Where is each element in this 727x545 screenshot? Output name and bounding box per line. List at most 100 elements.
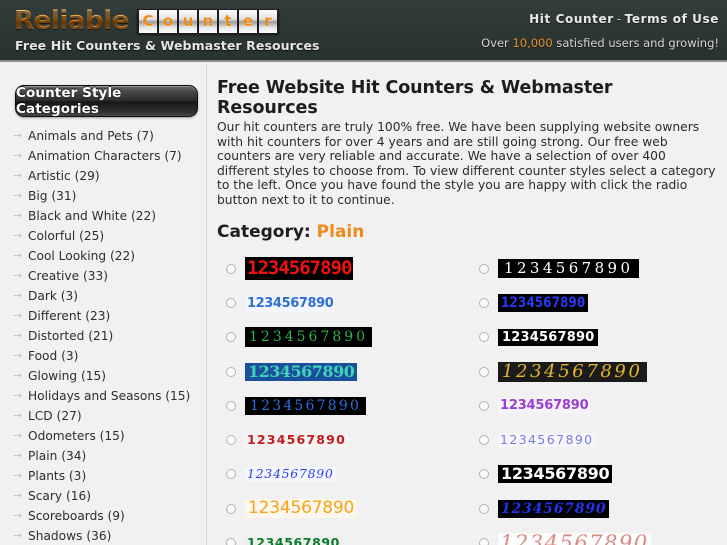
sidebar-item-label[interactable]: Different (23) xyxy=(28,309,110,323)
counter-style-option-white-rounded-on-black[interactable]: 1234567890 xyxy=(470,465,723,484)
counter-style-radio[interactable] xyxy=(479,503,489,514)
counter-sample-red-bold-on-white[interactable]: 1234567890 xyxy=(245,432,348,448)
counter-style-option-orange-light-on-white[interactable]: 1234567890 xyxy=(217,499,470,519)
counter-sample-blue-serif-on-black[interactable]: 1234567890 xyxy=(245,396,367,415)
sidebar-item-label[interactable]: Dark (3) xyxy=(28,289,78,303)
counter-style-option-blue-lcd-on-black[interactable]: 1234567890 xyxy=(470,294,723,312)
counter-style-option-blue-serif-on-black[interactable]: 1234567890 xyxy=(217,396,470,415)
sidebar-item-odometers[interactable]: → Odometers (15) xyxy=(0,426,207,446)
sidebar-item-artistic[interactable]: → Artistic (29) xyxy=(0,166,207,186)
site-logo[interactable]: Reliable C o u n t e r xyxy=(14,6,279,36)
counter-sample-blue-lcd-on-black[interactable]: 1234567890 xyxy=(498,294,589,312)
sidebar-item-different[interactable]: → Different (23) xyxy=(0,306,207,326)
counter-style-option-blue-italic-on-black[interactable]: 1234567890 xyxy=(470,499,723,518)
counter-style-radio[interactable] xyxy=(479,435,489,446)
counter-style-radio[interactable] xyxy=(226,366,236,377)
nav-link-terms-of-use[interactable]: Terms of Use xyxy=(625,12,719,26)
counter-style-option-purple-bold-on-white[interactable]: 1234567890 xyxy=(470,398,723,414)
sidebar-item-big[interactable]: → Big (31) xyxy=(0,186,207,206)
counter-style-option-green-bold-on-white[interactable]: 1234567890 xyxy=(217,535,470,545)
counter-sample-gold-script-on-dark[interactable]: 1234567890 xyxy=(498,361,647,382)
counter-sample-white-bold-on-black[interactable]: 1234567890 xyxy=(498,328,599,346)
sidebar-item-label[interactable]: Artistic (29) xyxy=(28,169,100,183)
counter-style-radio[interactable] xyxy=(479,366,489,377)
counter-style-radio[interactable] xyxy=(479,538,489,545)
counter-style-option-white-serif-on-black[interactable]: 1234567890 xyxy=(470,259,723,279)
counter-sample-teal-on-blue[interactable]: 1234567890 xyxy=(245,362,358,381)
sidebar-item-label[interactable]: Distorted (21) xyxy=(28,329,113,343)
sidebar-item-label[interactable]: Scary (16) xyxy=(28,489,91,503)
counter-style-radio[interactable] xyxy=(226,538,236,545)
sidebar-item-label[interactable]: Animation Characters (7) xyxy=(28,149,182,163)
sidebar-item-plants[interactable]: → Plants (3) xyxy=(0,466,207,486)
sidebar-item-scary[interactable]: → Scary (16) xyxy=(0,486,207,506)
counter-style-option-white-bold-on-black[interactable]: 1234567890 xyxy=(470,328,723,346)
counter-style-radio[interactable] xyxy=(226,400,236,411)
counter-sample-green-bold-on-white[interactable]: 1234567890 xyxy=(245,535,342,545)
counter-style-radio[interactable] xyxy=(226,435,236,446)
sidebar-item-label[interactable]: Shadows (36) xyxy=(28,529,111,543)
counter-style-categories-button[interactable]: Counter Style Categories xyxy=(15,85,198,117)
sidebar-item-label[interactable]: Colorful (25) xyxy=(28,229,104,243)
sidebar-item-label[interactable]: Black and White (22) xyxy=(28,209,156,223)
counter-sample-blue-script-on-white[interactable]: 1234567890 xyxy=(245,467,336,482)
sidebar-item-dark[interactable]: → Dark (3) xyxy=(0,286,207,306)
counter-style-radio[interactable] xyxy=(479,332,489,343)
counter-sample-pink-script-on-white[interactable]: 1234567890 xyxy=(498,532,651,545)
sidebar-item-holidays-and-seasons[interactable]: → Holidays and Seasons (15) xyxy=(0,386,207,406)
counter-style-radio[interactable] xyxy=(226,263,236,274)
nav-link-hit-counter[interactable]: Hit Counter xyxy=(529,12,614,26)
counter-style-option-teal-on-blue[interactable]: 1234567890 xyxy=(217,362,470,381)
sidebar-item-creative[interactable]: → Creative (33) xyxy=(0,266,207,286)
sidebar-item-label[interactable]: Cool Looking (22) xyxy=(28,249,135,263)
sidebar-item-glowing[interactable]: → Glowing (15) xyxy=(0,366,207,386)
sidebar-item-label[interactable]: Scoreboards (9) xyxy=(28,509,125,523)
sidebar-item-label[interactable]: Odometers (15) xyxy=(28,429,125,443)
sidebar-item-scoreboards[interactable]: → Scoreboards (9) xyxy=(0,506,207,526)
sidebar-item-label[interactable]: LCD (27) xyxy=(28,409,82,423)
sidebar-item-colorful[interactable]: → Colorful (25) xyxy=(0,226,207,246)
counter-style-radio[interactable] xyxy=(479,469,489,480)
counter-style-option-red-bold-on-white[interactable]: 1234567890 xyxy=(217,432,470,448)
counter-style-radio[interactable] xyxy=(479,298,489,308)
counter-style-option-pink-script-on-white[interactable]: 1234567890 xyxy=(470,532,723,545)
counter-style-option-periwinkle-on-white[interactable]: 1234567890 xyxy=(470,432,723,448)
counter-sample-blue-bold-on-white[interactable]: 1234567890 xyxy=(245,294,336,312)
counter-style-option-gold-script-on-dark[interactable]: 1234567890 xyxy=(470,361,723,382)
counter-style-radio[interactable] xyxy=(226,469,236,480)
counter-sample-white-rounded-on-black[interactable]: 1234567890 xyxy=(498,465,613,484)
counter-sample-periwinkle-on-white[interactable]: 1234567890 xyxy=(498,432,596,448)
counter-sample-blue-italic-on-black[interactable]: 1234567890 xyxy=(498,499,610,518)
sidebar-item-animation-characters[interactable]: → Animation Characters (7) xyxy=(0,146,207,166)
counter-sample-purple-bold-on-white[interactable]: 1234567890 xyxy=(498,398,591,414)
sidebar-item-label[interactable]: Animals and Pets (7) xyxy=(28,129,154,143)
sidebar-item-label[interactable]: Glowing (15) xyxy=(28,369,106,383)
sidebar-item-label[interactable]: Plants (3) xyxy=(28,469,86,483)
counter-sample-green-serif-on-black[interactable]: 1234567890 xyxy=(245,327,373,348)
counter-sample-orange-light-on-white[interactable]: 1234567890 xyxy=(245,499,358,519)
counter-sample-white-serif-on-black[interactable]: 1234567890 xyxy=(498,259,640,279)
sidebar-item-food[interactable]: → Food (3) xyxy=(0,346,207,366)
sidebar-item-shadows[interactable]: → Shadows (36) xyxy=(0,526,207,545)
sidebar-item-cool-looking[interactable]: → Cool Looking (22) xyxy=(0,246,207,266)
counter-style-option-blue-bold-on-white[interactable]: 1234567890 xyxy=(217,294,470,312)
counter-style-radio[interactable] xyxy=(226,298,236,308)
sidebar-item-label[interactable]: Food (3) xyxy=(28,349,78,363)
counter-style-radio[interactable] xyxy=(226,503,236,514)
sidebar-item-label[interactable]: Creative (33) xyxy=(28,269,108,283)
sidebar-item-lcd[interactable]: → LCD (27) xyxy=(0,406,207,426)
counter-style-radio[interactable] xyxy=(226,332,236,343)
sidebar-item-label[interactable]: Big (31) xyxy=(28,189,76,203)
counter-style-option-green-serif-on-black[interactable]: 1234567890 xyxy=(217,327,470,348)
sidebar-item-label[interactable]: Plain (34) xyxy=(28,449,86,463)
counter-style-radio[interactable] xyxy=(479,400,489,411)
counter-style-option-blue-script-on-white[interactable]: 1234567890 xyxy=(217,467,470,482)
sidebar-item-distorted[interactable]: → Distorted (21) xyxy=(0,326,207,346)
counter-sample-red-seven-segment[interactable]: 1234567890 xyxy=(245,257,354,281)
counter-style-radio[interactable] xyxy=(479,263,489,274)
sidebar-item-animals-and-pets[interactable]: → Animals and Pets (7) xyxy=(0,126,207,146)
sidebar-item-label[interactable]: Holidays and Seasons (15) xyxy=(28,389,190,403)
sidebar-item-plain[interactable]: → Plain (34) xyxy=(0,446,207,466)
sidebar-item-black-and-white[interactable]: → Black and White (22) xyxy=(0,206,207,226)
counter-style-option-red-seven-segment[interactable]: 1234567890 xyxy=(217,257,470,281)
